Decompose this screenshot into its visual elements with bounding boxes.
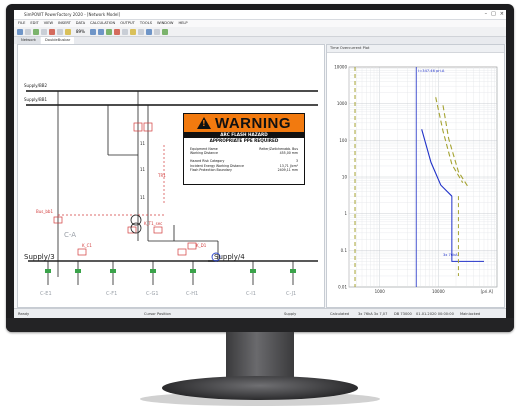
new-icon[interactable] bbox=[17, 28, 23, 35]
zoom-out-icon[interactable] bbox=[97, 28, 104, 35]
menu-view[interactable]: VIEW bbox=[44, 20, 53, 27]
y-tick-label: 10000 bbox=[334, 65, 347, 70]
tag-bus-bb1: Bus_bb1 bbox=[36, 209, 53, 214]
close-button[interactable]: × bbox=[500, 11, 504, 17]
menu-tools[interactable]: TOOLS bbox=[140, 20, 152, 27]
menu-output[interactable]: OUTPUT bbox=[120, 20, 135, 27]
menu-data[interactable]: DATA bbox=[76, 20, 85, 27]
status-db: DB 73000 bbox=[394, 312, 412, 316]
bus-label-supply4: Supply/4 bbox=[214, 253, 245, 261]
bay-label-ci1: C-I1 bbox=[246, 291, 256, 297]
tab-network[interactable]: Network bbox=[17, 37, 41, 44]
monitor-base bbox=[162, 376, 358, 400]
load-flow-icon[interactable] bbox=[105, 28, 112, 35]
y-tick-label: 1000 bbox=[337, 101, 348, 106]
tag-k-t1-sec: K_T1_sec bbox=[144, 221, 163, 226]
busbar-label-bb1: Supply/BB1 bbox=[24, 97, 48, 102]
bus-label-supply3: Supply/3 bbox=[24, 253, 55, 261]
maximize-button[interactable]: □ bbox=[491, 11, 496, 17]
zoom-in-icon[interactable] bbox=[89, 28, 96, 35]
print-icon[interactable] bbox=[41, 28, 47, 35]
report-icon[interactable] bbox=[153, 28, 160, 35]
value-label-3: 11 bbox=[140, 195, 146, 200]
transformer-symbol[interactable] bbox=[130, 214, 142, 226]
window-title: SimPOWT PowerFactory 2020 - [Network Mod… bbox=[24, 12, 121, 17]
menu-insert[interactable]: INSERT bbox=[58, 20, 71, 27]
status-calculated: Calculated bbox=[330, 312, 350, 316]
tag-k-d1: K_D1 bbox=[196, 243, 207, 248]
x-tick-label: 1000 bbox=[375, 289, 386, 294]
status-cursor: Cursor Position bbox=[144, 312, 171, 316]
y-tick-label: 0.1 bbox=[341, 248, 348, 253]
tab-doublebusbar[interactable]: DoubleBusbar bbox=[41, 37, 75, 44]
short-circuit-icon[interactable] bbox=[113, 28, 120, 35]
annotation-fault: 3x 76kA bbox=[443, 253, 458, 257]
bay-label-ch1: C-H1 bbox=[186, 291, 199, 297]
menu-file[interactable]: FILE bbox=[18, 20, 25, 27]
status-date: 01.01.2020 00:00:00 bbox=[416, 312, 454, 316]
tag-k-c1: K_C1 bbox=[82, 243, 92, 248]
bay-label-cf1: C-F1 bbox=[106, 291, 118, 297]
run-icon[interactable] bbox=[161, 28, 168, 35]
y-tick-label: 1 bbox=[344, 211, 347, 216]
breaker-markers[interactable] bbox=[45, 269, 296, 273]
monitor-chin bbox=[6, 318, 514, 332]
minimize-button[interactable]: – bbox=[485, 11, 488, 17]
warning-header: ! WARNING bbox=[184, 114, 304, 132]
cut-icon[interactable] bbox=[49, 28, 55, 35]
menu-help[interactable]: HELP bbox=[178, 20, 187, 27]
y-tick-label: 0.01 bbox=[338, 285, 347, 290]
zoom-level[interactable]: 89% bbox=[76, 29, 85, 34]
arc-flash-warning-label[interactable]: ! WARNING ARC FLASH HAZARD APPROPRIATE P… bbox=[183, 113, 305, 185]
busbar-label-bb2: Supply/BB2 bbox=[24, 83, 48, 88]
monitor-neck bbox=[226, 332, 294, 378]
feeder-label-ca: C-A bbox=[64, 231, 77, 239]
bay-label-ce1: C-E1 bbox=[40, 291, 52, 297]
status-ready: Ready bbox=[18, 312, 30, 316]
document-tabs: Network DoubleBusbar bbox=[14, 37, 506, 44]
warning-triangle-icon: ! bbox=[197, 117, 211, 129]
warning-row: Flash Protection Boundary 2409,11 mm bbox=[190, 167, 298, 172]
time-overcurrent-plot[interactable]: 10000 1000 100 10 1 0.1 0.01 1000 10000 [pri.A] I=… bbox=[327, 53, 504, 307]
settings-icon[interactable] bbox=[129, 28, 136, 35]
x-tick-label: 10000 bbox=[432, 289, 445, 294]
layer-icon[interactable] bbox=[137, 28, 144, 35]
menu-edit[interactable]: EDIT bbox=[30, 20, 38, 27]
toolbar: 89% bbox=[14, 27, 506, 37]
x-axis-label: [pri.A] bbox=[481, 289, 494, 294]
bay-label-cg1: C-G1 bbox=[146, 291, 159, 297]
menu-window[interactable]: WINDOW bbox=[157, 20, 173, 27]
status-shortcircuit: 3x 76kA 3x 7,07 bbox=[358, 312, 388, 316]
save-icon[interactable] bbox=[33, 28, 39, 35]
status-mainlocked: Mainlocked bbox=[460, 312, 481, 316]
value-label-1: 11 bbox=[140, 141, 146, 146]
plot-pane[interactable]: Time Overcurrent Plot 10000 1000 100 10 1 0.1… bbox=[326, 44, 505, 308]
plot-icon[interactable] bbox=[145, 28, 152, 35]
bay-label-cj1: C-J1 bbox=[286, 291, 297, 297]
copy-icon[interactable] bbox=[57, 28, 63, 35]
open-icon[interactable] bbox=[25, 28, 31, 35]
y-tick-label: 100 bbox=[339, 138, 347, 143]
menu-bar: FILE EDIT VIEW INSERT DATA CALCULATION O… bbox=[14, 20, 506, 27]
plot-tab[interactable]: Time Overcurrent Plot bbox=[327, 45, 504, 53]
grid-icon[interactable] bbox=[121, 28, 128, 35]
y-tick-label: 10 bbox=[342, 175, 348, 180]
status-supply: Supply bbox=[284, 312, 297, 316]
annotation-current: I=347.46 pri.A bbox=[418, 69, 445, 73]
app-screen: SimPOWT PowerFactory 2020 - [Network Mod… bbox=[14, 10, 506, 318]
warning-title: WARNING bbox=[215, 114, 291, 132]
status-bar: Ready Cursor Position Supply Calculated … bbox=[14, 308, 506, 318]
single-line-diagram-pane[interactable]: Supply/BB2 Supply/BB1 Supply/3 Supply/4 … bbox=[17, 44, 325, 308]
title-bar: SimPOWT PowerFactory 2020 - [Network Mod… bbox=[14, 10, 506, 20]
menu-calculation[interactable]: CALCULATION bbox=[90, 20, 115, 27]
paste-icon[interactable] bbox=[65, 28, 71, 35]
value-label-2: 11 bbox=[140, 167, 146, 172]
tag-tr1: TR1 bbox=[158, 173, 166, 178]
